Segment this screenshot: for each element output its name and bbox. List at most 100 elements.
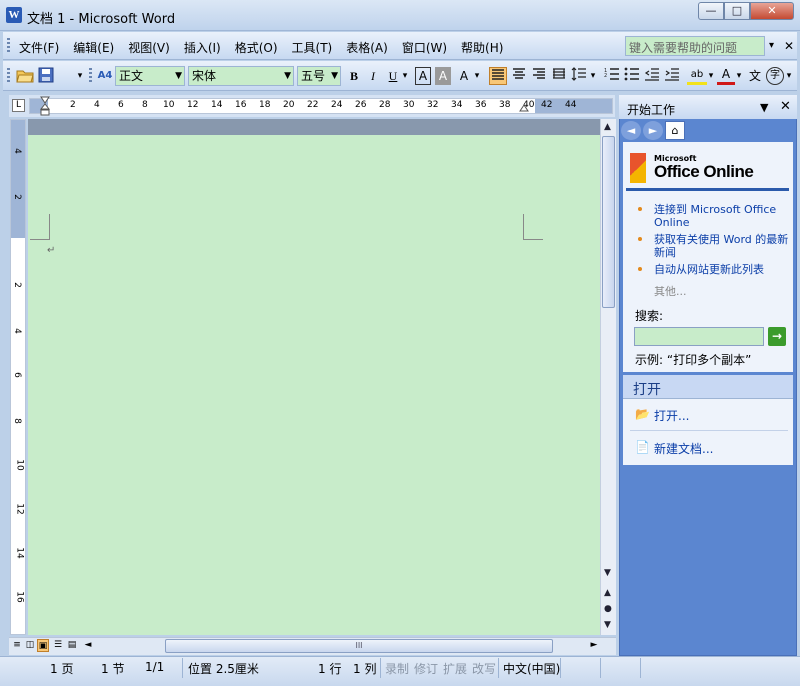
ruler-mark: 42: [541, 100, 553, 110]
new-document-link[interactable]: 新建文档...: [654, 440, 713, 457]
align-justify-icon: [492, 69, 504, 80]
align-center-button[interactable]: [510, 67, 528, 85]
reading-view-icon[interactable]: ▤: [66, 639, 78, 652]
chevron-down-icon[interactable]: ▼: [284, 67, 291, 85]
scroll-down-icon[interactable]: ▼: [604, 568, 611, 578]
home-icon[interactable]: ⌂: [665, 121, 685, 140]
menu-view[interactable]: 视图(V): [128, 39, 170, 56]
increase-indent-button[interactable]: [663, 67, 681, 85]
scroll-up-icon[interactable]: ▲: [604, 122, 611, 132]
char-shading-button[interactable]: A: [435, 67, 451, 85]
highlight-dropdown-icon[interactable]: ▾: [707, 67, 715, 85]
web-view-icon[interactable]: ◫: [24, 639, 36, 652]
open-file-link[interactable]: 打开...: [654, 407, 689, 424]
scroll-right-icon[interactable]: ►: [588, 639, 600, 652]
more-link[interactable]: 其他...: [654, 283, 687, 299]
task-pane-dropdown-icon[interactable]: ▼: [760, 101, 768, 114]
numbering-button[interactable]: 12: [603, 67, 621, 85]
link-connect-office-online[interactable]: 连接到 Microsoft Office Online: [654, 203, 792, 229]
ruler-mark: 4: [94, 100, 100, 110]
minimize-button[interactable]: —: [698, 2, 724, 20]
maximize-button[interactable]: □: [724, 2, 750, 20]
link-auto-update[interactable]: 自动从网站更新此列表: [654, 263, 792, 276]
chevron-down-icon[interactable]: ▼: [331, 67, 338, 85]
outline-view-icon[interactable]: ☰: [52, 639, 64, 652]
normal-view-icon[interactable]: ≡: [11, 639, 23, 652]
highlight-button[interactable]: ab: [687, 67, 707, 85]
document-close-icon[interactable]: ✕: [784, 39, 794, 53]
word-app-icon[interactable]: W: [6, 7, 22, 23]
print-view-icon[interactable]: ▣: [37, 639, 49, 652]
char-scale-button[interactable]: A: [455, 67, 473, 85]
help-search-input[interactable]: 键入需要帮助的问题: [625, 36, 765, 56]
browse-object-icon[interactable]: ●: [604, 604, 612, 614]
document-canvas[interactable]: [28, 119, 600, 635]
status-track-changes[interactable]: 修订: [414, 660, 438, 677]
menu-insert[interactable]: 插入(I): [184, 39, 221, 56]
menu-file[interactable]: 文件(F): [19, 39, 59, 56]
italic-button[interactable]: I: [365, 67, 381, 85]
toolbar-overflow-icon[interactable]: ▾: [75, 67, 85, 85]
open-folder-icon[interactable]: [15, 67, 35, 85]
menu-edit[interactable]: 编辑(E): [73, 39, 114, 56]
toolbar-grip-icon-2[interactable]: [89, 68, 92, 84]
menu-help[interactable]: 帮助(H): [461, 39, 503, 56]
previous-page-icon[interactable]: ▲: [604, 588, 611, 598]
vertical-ruler[interactable]: 4 2 2 4 6 8 10 12 14 16: [10, 119, 26, 635]
decrease-indent-icon: [644, 68, 659, 81]
chevron-down-icon[interactable]: ▼: [175, 67, 182, 85]
toolbar-grip-icon[interactable]: [7, 68, 10, 84]
status-record[interactable]: 录制: [385, 660, 409, 677]
align-right-button[interactable]: [530, 67, 548, 85]
ruler-mark: 14: [211, 100, 223, 110]
help-dropdown-icon[interactable]: ▾: [769, 40, 774, 51]
status-overtype[interactable]: 改写: [472, 660, 496, 677]
right-indent-marker-icon[interactable]: [519, 102, 529, 112]
scale-dropdown-icon[interactable]: ▾: [473, 67, 481, 85]
numbering-icon: 12: [604, 68, 619, 80]
vertical-scroll-thumb[interactable]: [602, 136, 615, 308]
ruler-mark: 30: [403, 100, 415, 110]
menu-tools[interactable]: 工具(T): [292, 39, 333, 56]
save-icon[interactable]: [37, 67, 55, 85]
menu-table[interactable]: 表格(A): [346, 39, 388, 56]
font-color-button[interactable]: A: [717, 67, 735, 85]
horizontal-scroll-thumb[interactable]: III: [165, 639, 553, 653]
wen-icon[interactable]: 文: [747, 67, 763, 85]
char-border-button[interactable]: A: [415, 67, 431, 85]
underline-dropdown-icon[interactable]: ▾: [401, 67, 409, 85]
link-latest-news[interactable]: 获取有关使用 Word 的最新新闻: [654, 233, 792, 259]
menubar-grip-icon[interactable]: [7, 38, 10, 54]
ruler-mark: 16: [235, 100, 247, 110]
forward-icon[interactable]: ►: [643, 121, 663, 140]
ruler-mark: 24: [331, 100, 343, 110]
status-extend[interactable]: 扩展: [443, 660, 467, 677]
align-justify-button[interactable]: [489, 67, 507, 85]
underline-button[interactable]: U: [385, 67, 401, 85]
line-spacing-button[interactable]: [570, 67, 588, 85]
back-icon[interactable]: ◄: [621, 121, 641, 140]
toolbar-options-icon[interactable]: ▾: [785, 67, 793, 85]
office-logo-icon: [630, 153, 646, 183]
styles-icon[interactable]: A4: [96, 67, 114, 85]
scroll-left-icon[interactable]: ◄: [82, 639, 94, 652]
phonetic-guide-icon[interactable]: 字: [766, 67, 784, 85]
line-spacing-dropdown-icon[interactable]: ▾: [589, 67, 597, 85]
decrease-indent-button[interactable]: [643, 67, 661, 85]
distribute-button[interactable]: [550, 67, 568, 85]
menu-format[interactable]: 格式(O): [235, 39, 278, 56]
bold-button[interactable]: B: [346, 67, 362, 85]
indent-marker-icon[interactable]: [40, 96, 50, 116]
bullets-button[interactable]: [623, 67, 641, 85]
style-select[interactable]: 正文 ▼: [115, 66, 185, 86]
font-color-dropdown-icon[interactable]: ▾: [735, 67, 743, 85]
font-size-select[interactable]: 五号 ▼: [297, 66, 341, 86]
tab-stop-selector[interactable]: L: [12, 99, 25, 112]
next-page-icon[interactable]: ▼: [604, 620, 611, 630]
font-select[interactable]: 宋体 ▼: [188, 66, 294, 86]
search-input[interactable]: [634, 327, 764, 346]
search-go-icon[interactable]: →: [768, 327, 786, 346]
close-button[interactable]: ✕: [750, 2, 794, 20]
menu-window[interactable]: 窗口(W): [402, 39, 447, 56]
task-pane-close-icon[interactable]: ✕: [780, 99, 791, 114]
